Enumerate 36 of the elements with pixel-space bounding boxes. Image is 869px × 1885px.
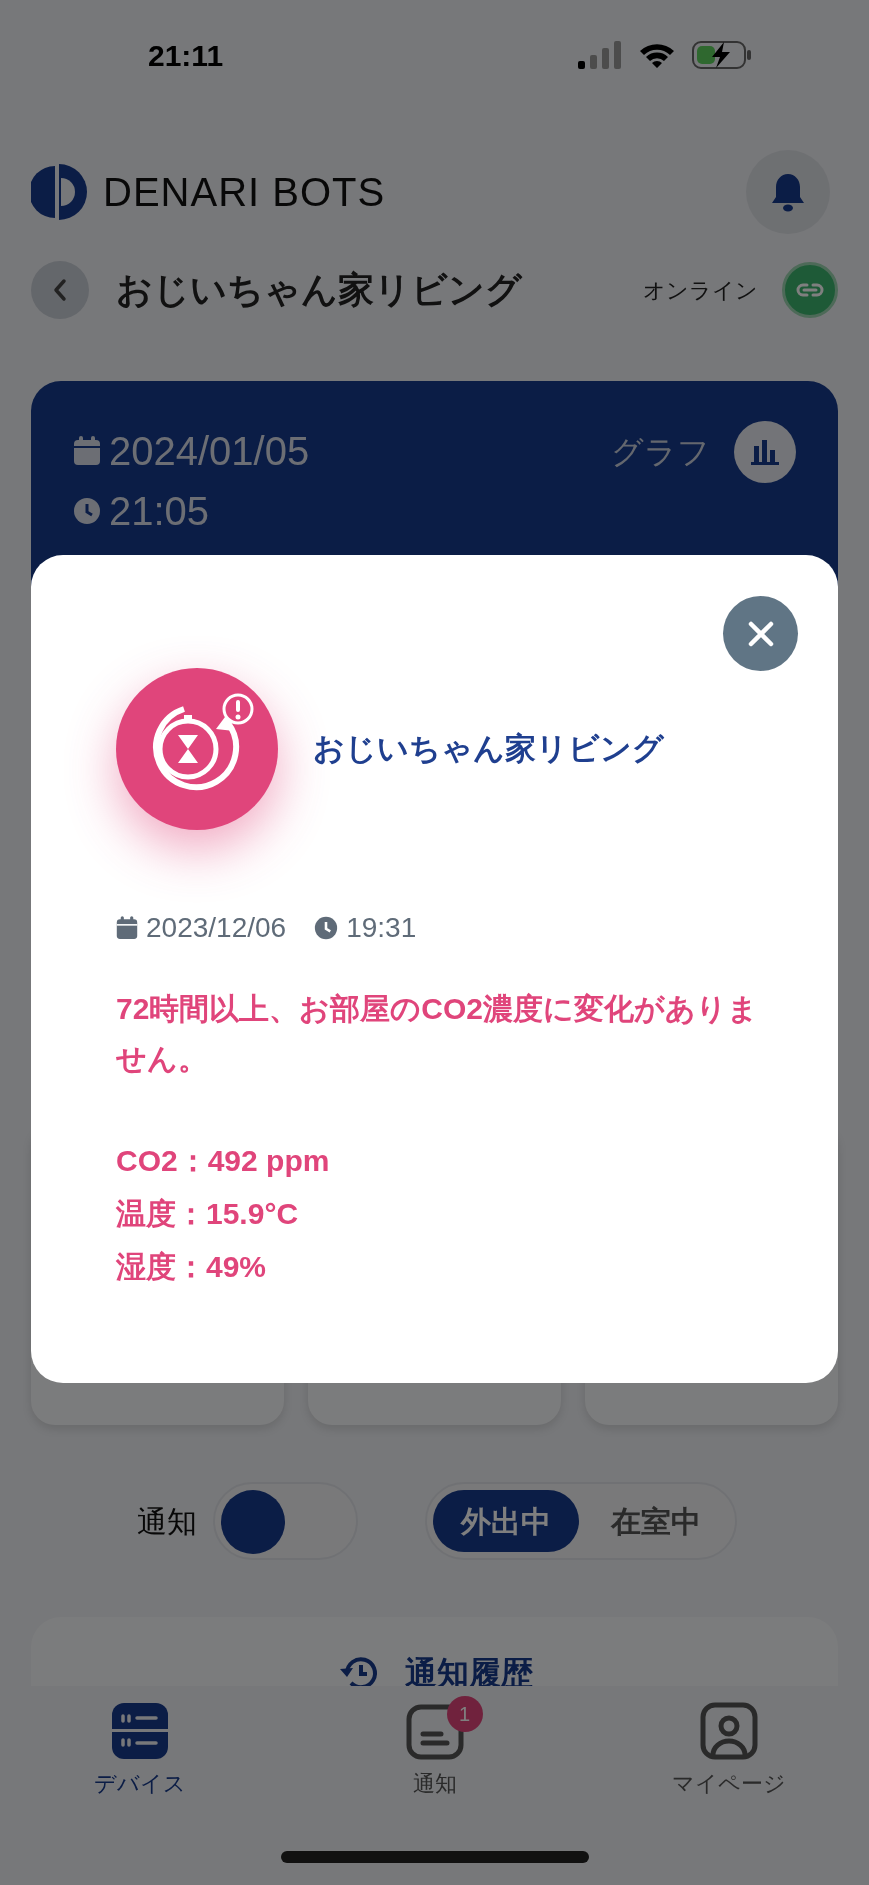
- toggle-label: 通知: [137, 1503, 197, 1540]
- bar-chart-icon: [750, 438, 780, 466]
- reading-line: 湿度：49%: [116, 1249, 268, 1285]
- count-badge: 1: [446, 1696, 483, 1732]
- alert-date: 2023/12/06: [146, 911, 287, 945]
- device-name: おじいちゃん家リビング: [313, 729, 664, 768]
- alert-message: 72時間以上、お部屋のCO2濃度に変化がありません。: [116, 991, 760, 1077]
- status-button[interactable]: [782, 262, 838, 318]
- bell-icon: [770, 172, 806, 212]
- brand-name: DENARI BOTS: [103, 169, 386, 216]
- profile-icon: [699, 1701, 759, 1761]
- clock-icon: [314, 916, 339, 940]
- clock-icon: [73, 497, 101, 525]
- grid-icon: [110, 1701, 170, 1761]
- reading-date: 2024/01/05: [109, 428, 310, 475]
- close-icon: [747, 620, 774, 647]
- tab-item[interactable]: マイページ: [629, 1700, 829, 1885]
- reading-line: 温度：15.9°C: [116, 1196, 300, 1232]
- device-title: おじいちゃん家リビング: [116, 268, 522, 312]
- alert-time: 19:31: [346, 911, 417, 945]
- calendar-icon: [73, 436, 101, 466]
- chevron-left-icon: [52, 278, 68, 302]
- mode-option[interactable]: 外出中: [433, 1490, 579, 1552]
- mode-option[interactable]: 在室中: [583, 1490, 729, 1552]
- graph-label: グラフ: [611, 433, 710, 472]
- signal-icon: [578, 41, 622, 69]
- reading-line: CO2：492 ppm: [116, 1143, 331, 1179]
- calendar-icon: [116, 916, 138, 940]
- link-icon: [795, 282, 825, 298]
- tab-item[interactable]: デバイス: [40, 1700, 240, 1885]
- wifi-icon: [638, 41, 676, 69]
- battery-charging-icon: [692, 40, 752, 70]
- logo-icon: [31, 162, 87, 222]
- status-label: オンライン: [643, 276, 758, 305]
- reading-time: 21:05: [109, 488, 210, 535]
- status-time: 21:11: [148, 37, 224, 74]
